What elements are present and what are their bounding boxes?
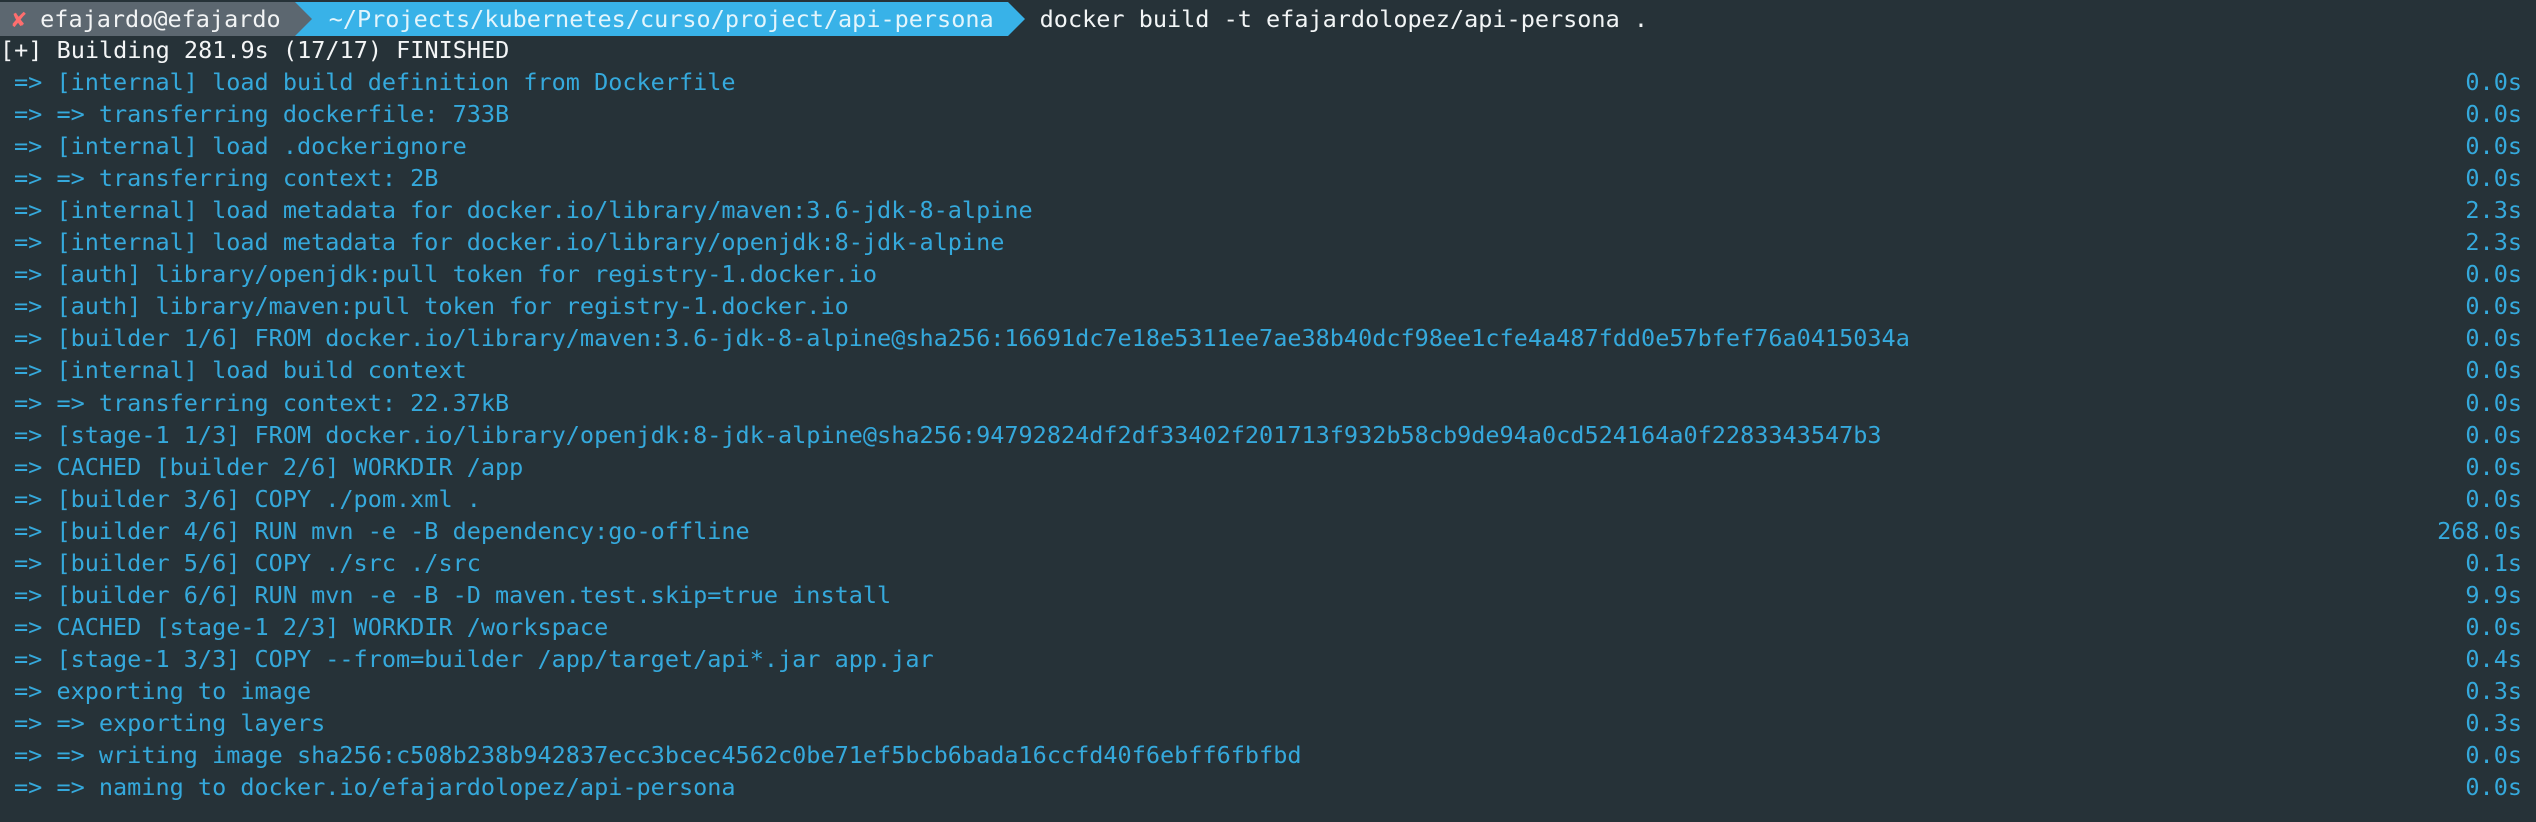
build-step-row: => => naming to docker.io/efajardolopez/… [0, 771, 2536, 803]
error-status-icon: ✘ [12, 5, 27, 33]
build-step-text: => => naming to docker.io/efajardolopez/… [14, 773, 736, 802]
build-step-text: => CACHED [stage-1 2/3] WORKDIR /workspa… [14, 612, 609, 641]
build-step-duration: 0.0s [2465, 612, 2522, 641]
build-step-text: => [builder 4/6] RUN mvn -e -B dependenc… [14, 516, 750, 545]
build-step-duration: 0.0s [2465, 356, 2522, 385]
build-step-duration: 2.3s [2465, 228, 2522, 257]
build-step-text: => => transferring dockerfile: 733B [14, 100, 510, 129]
build-step-duration: 268.0s [2437, 516, 2522, 545]
build-step-duration: 2.3s [2465, 196, 2522, 225]
shell-prompt: ✘ efajardo@efajardo ~/Projects/kubernete… [0, 2, 2536, 36]
build-step-text: => [internal] load build context [14, 356, 467, 385]
build-step-text: => [internal] load metadata for docker.i… [14, 196, 1033, 225]
build-step-row: => [builder 5/6] COPY ./src ./src 0.1s [0, 547, 2536, 579]
build-step-duration: 0.4s [2465, 644, 2522, 673]
command-text: docker build -t efajardolopez/api-person… [1039, 5, 1649, 33]
build-step-row: => [builder 4/6] RUN mvn -e -B dependenc… [0, 515, 2536, 547]
build-step-row: => [stage-1 1/3] FROM docker.io/library/… [0, 419, 2536, 451]
build-step-duration: 0.0s [2465, 164, 2522, 193]
build-step-duration: 0.0s [2465, 388, 2522, 417]
build-step-duration: 0.0s [2465, 741, 2522, 770]
build-step-duration: 0.0s [2465, 292, 2522, 321]
build-step-text: => [auth] library/openjdk:pull token for… [14, 260, 878, 289]
build-step-text: => [stage-1 1/3] FROM docker.io/library/… [14, 420, 1882, 449]
build-step-row: => exporting to image 0.3s [0, 675, 2536, 707]
build-step-row: => => transferring context: 2B 0.0s [0, 162, 2536, 194]
build-step-duration: 0.0s [2465, 484, 2522, 513]
build-step-row: => [stage-1 3/3] COPY --from=builder /ap… [0, 643, 2536, 675]
prompt-path: ~/Projects/kubernetes/curso/project/api-… [328, 5, 994, 33]
build-step-text: => => writing image sha256:c508b238b9428… [14, 741, 1302, 770]
terminal-window[interactable]: ✘ efajardo@efajardo ~/Projects/kubernete… [0, 0, 2536, 822]
build-step-text: => => transferring context: 22.37kB [14, 388, 510, 417]
build-step-text: => => exporting layers [14, 709, 326, 737]
build-step-row: => CACHED [stage-1 2/3] WORKDIR /workspa… [0, 611, 2536, 643]
build-step-text: => exporting to image [14, 676, 312, 705]
build-step-row: => => exporting layers 0.3s [0, 707, 2536, 739]
build-step-text: => CACHED [builder 2/6] WORKDIR /app [14, 452, 524, 481]
build-step-row: => [internal] load metadata for docker.i… [0, 226, 2536, 258]
build-step-text: => [builder 3/6] COPY ./pom.xml . [14, 484, 481, 513]
build-step-duration: 0.0s [2465, 100, 2522, 129]
build-step-text: => [builder 1/6] FROM docker.io/library/… [14, 324, 1910, 353]
command-line[interactable]: docker build -t efajardolopez/api-person… [1008, 2, 1648, 36]
build-step-row: => [builder 6/6] RUN mvn -e -B -D maven.… [0, 579, 2536, 611]
build-step-duration: 0.0s [2465, 324, 2522, 353]
build-step-duration: 0.0s [2465, 132, 2522, 161]
build-step-text: => [internal] load build definition from… [14, 68, 736, 96]
build-step-text: => => transferring context: 2B [14, 164, 439, 193]
build-step-row: => [builder 1/6] FROM docker.io/library/… [0, 322, 2536, 354]
build-step-duration: 0.0s [2465, 773, 2522, 802]
prompt-path-segment: ~/Projects/kubernetes/curso/project/api-… [294, 2, 1025, 36]
build-step-row: => [builder 3/6] COPY ./pom.xml . 0.0s [0, 483, 2536, 515]
build-step-text: => [builder 5/6] COPY ./src ./src [14, 548, 481, 577]
build-step-text: => [builder 6/6] RUN mvn -e -B -D maven.… [14, 580, 892, 609]
build-step-row: => => writing image sha256:c508b238b9428… [0, 739, 2536, 771]
build-step-row: => [internal] load build context 0.0s [0, 354, 2536, 386]
build-step-duration: 9.9s [2465, 580, 2522, 609]
build-step-row: => [internal] load metadata for docker.i… [0, 194, 2536, 226]
build-step-duration: 0.0s [2465, 452, 2522, 481]
build-step-text: => [internal] load .dockerignore [14, 132, 467, 161]
build-step-row: => [auth] library/maven:pull token for r… [0, 290, 2536, 322]
build-step-row: => [auth] library/openjdk:pull token for… [0, 258, 2536, 290]
build-step-row: => => transferring dockerfile: 733B 0.0s [0, 98, 2536, 130]
build-status-line: [+] Building 281.9s (17/17) FINISHED [0, 36, 510, 64]
build-step-duration: 0.0s [2465, 420, 2522, 449]
build-step-text: => [auth] library/maven:pull token for r… [14, 292, 849, 321]
prompt-user-segment: ✘ efajardo@efajardo [0, 2, 312, 36]
build-step-row: => CACHED [builder 2/6] WORKDIR /app 0.0s [0, 451, 2536, 483]
build-step-text: => [internal] load metadata for docker.i… [14, 228, 1005, 257]
build-step-duration: 0.0s [2465, 68, 2522, 96]
build-step-duration: 0.3s [2465, 709, 2522, 737]
build-step-duration: 0.0s [2465, 260, 2522, 289]
prompt-user-host: efajardo@efajardo [40, 5, 281, 33]
build-step-duration: 0.1s [2465, 548, 2522, 577]
build-step-duration: 0.3s [2465, 676, 2522, 705]
build-step-row: => [internal] load build definition from… [0, 66, 2536, 98]
build-step-text: => [stage-1 3/3] COPY --from=builder /ap… [14, 644, 934, 673]
build-step-row: => [internal] load .dockerignore 0.0s [0, 130, 2536, 162]
build-step-row: => => transferring context: 22.37kB 0.0s [0, 387, 2536, 419]
